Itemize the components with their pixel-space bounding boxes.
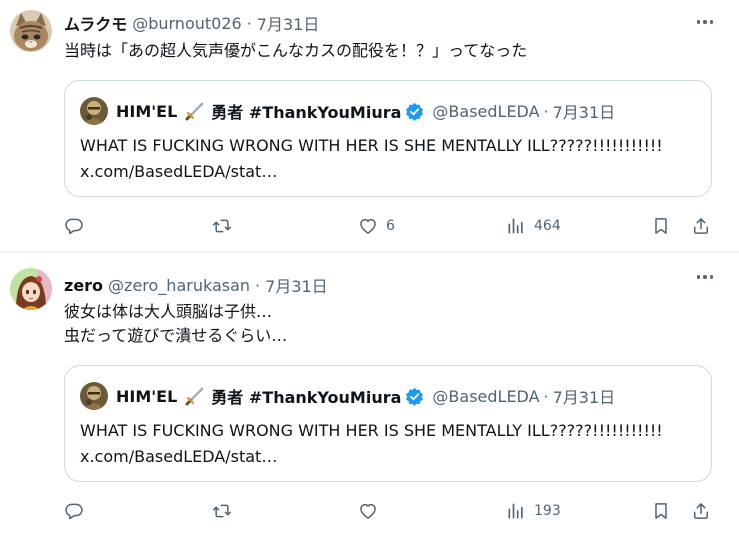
quoted-post-header: HIM'EL 勇者 #ThankYouMiura @BasedLEDA · 7月…: [116, 382, 615, 410]
views-count: 193: [534, 503, 561, 519]
post-text-line: 虫だって遊びで潰せるぐらい…: [64, 326, 288, 345]
reply-icon: [65, 503, 83, 520]
verified-badge-icon: [406, 102, 424, 121]
quoted-post-text: WHAT IS FUCKING WRONG WITH HER IS SHE ME…: [80, 418, 663, 470]
bookmark-button[interactable]: [651, 496, 671, 526]
heart-icon: [360, 503, 376, 519]
post-header: zero @zero_harukasan · 7月31日: [64, 273, 328, 297]
quoted-author-name[interactable]: HIM'EL 勇者 #ThankYouMiura: [116, 384, 424, 408]
quoted-text-line: WHAT IS FUCKING WRONG WITH HER IS SHE ME…: [80, 136, 663, 155]
cat-avatar-image: [10, 10, 52, 52]
heart-icon: [360, 218, 376, 234]
views-count: 464: [534, 218, 561, 234]
verified-badge-icon: [406, 387, 424, 406]
quoted-author-name-suffix: 勇者 #ThankYouMiura: [211, 103, 402, 122]
share-icon: [694, 503, 708, 519]
author-handle[interactable]: @burnout026: [132, 14, 241, 33]
armored-figure-avatar-image: [80, 97, 108, 125]
views-chart-icon: [508, 218, 523, 234]
separator: ·: [246, 13, 252, 33]
quoted-author-name-suffix: 勇者 #ThankYouMiura: [211, 388, 402, 407]
share-icon: [694, 218, 708, 234]
quoted-post-date[interactable]: 7月31日: [553, 99, 616, 123]
quoted-author-name[interactable]: HIM'EL 勇者 #ThankYouMiura: [116, 99, 424, 123]
action-bar: 6 464: [0, 211, 739, 241]
bookmark-button[interactable]: [651, 211, 671, 241]
author-avatar[interactable]: [10, 268, 52, 310]
armored-figure-avatar-image: [80, 382, 108, 410]
post-date[interactable]: 7月31日: [265, 273, 328, 297]
more-options-icon[interactable]: [693, 10, 717, 34]
like-button[interactable]: [358, 496, 386, 526]
post[interactable]: ムラクモ @burnout026 · 7月31日 当時は「あの超人気声優がこんな…: [0, 0, 739, 251]
bookmark-icon: [655, 503, 667, 519]
quoted-author-name-text: HIM'EL: [116, 386, 178, 406]
reply-button[interactable]: [64, 211, 92, 241]
views-button[interactable]: 193: [506, 496, 561, 526]
quoted-post[interactable]: HIM'EL 勇者 #ThankYouMiura @BasedLEDA · 7月…: [64, 80, 712, 197]
repost-icon: [212, 504, 232, 518]
repost-button[interactable]: [212, 211, 240, 241]
share-button[interactable]: [691, 496, 711, 526]
quoted-author-handle[interactable]: @BasedLEDA: [432, 102, 539, 121]
post-header: ムラクモ @burnout026 · 7月31日: [64, 11, 319, 35]
dagger-emoji-icon: [185, 387, 204, 406]
views-button[interactable]: 464: [506, 211, 561, 241]
quoted-link[interactable]: x.com/BasedLEDA/stat…: [80, 444, 663, 470]
like-count: 6: [386, 218, 395, 234]
separator: ·: [255, 275, 261, 295]
bookmark-icon: [655, 218, 667, 234]
post-text-line: 彼女は体は大人頭脳は子供…: [64, 302, 273, 321]
quoted-link[interactable]: x.com/BasedLEDA/stat…: [80, 159, 663, 185]
action-bar: 193: [0, 496, 739, 526]
repost-icon: [212, 219, 232, 233]
post[interactable]: zero @zero_harukasan · 7月31日 彼女は体は大人頭脳は子…: [0, 253, 739, 541]
repost-button[interactable]: [212, 496, 240, 526]
author-name[interactable]: ムラクモ: [64, 11, 127, 35]
reply-button[interactable]: [64, 496, 92, 526]
more-options-icon[interactable]: [693, 265, 717, 289]
author-name[interactable]: zero: [64, 276, 103, 295]
post-date[interactable]: 7月31日: [257, 11, 320, 35]
author-avatar[interactable]: [10, 10, 52, 52]
quoted-author-name-text: HIM'EL: [116, 101, 178, 121]
like-button[interactable]: 6: [358, 211, 395, 241]
post-text: 当時は「あの超人気声優がこんなカスの配役を！？」ってなった: [64, 39, 527, 63]
post-text-line: 当時は「あの超人気声優がこんなカスの配役を！？」ってなった: [64, 41, 528, 60]
views-chart-icon: [508, 503, 523, 519]
quoted-author-handle[interactable]: @BasedLEDA: [432, 387, 539, 406]
separator: ·: [543, 101, 549, 121]
post-text: 彼女は体は大人頭脳は子供… 虫だって遊びで潰せるぐらい…: [64, 300, 287, 348]
quoted-text-line: WHAT IS FUCKING WRONG WITH HER IS SHE ME…: [80, 421, 663, 440]
dagger-emoji-icon: [185, 102, 204, 121]
author-handle[interactable]: @zero_harukasan: [108, 276, 250, 295]
quoted-post-date[interactable]: 7月31日: [553, 384, 616, 408]
quoted-author-avatar[interactable]: [80, 97, 108, 125]
separator: ·: [543, 386, 549, 406]
reply-icon: [65, 218, 83, 235]
quoted-author-avatar[interactable]: [80, 382, 108, 410]
quoted-post-header: HIM'EL 勇者 #ThankYouMiura @BasedLEDA · 7月…: [116, 97, 615, 125]
quoted-post[interactable]: HIM'EL 勇者 #ThankYouMiura @BasedLEDA · 7月…: [64, 365, 712, 482]
share-button[interactable]: [691, 211, 711, 241]
anime-girl-avatar-image: [10, 268, 52, 310]
quoted-post-text: WHAT IS FUCKING WRONG WITH HER IS SHE ME…: [80, 133, 663, 185]
